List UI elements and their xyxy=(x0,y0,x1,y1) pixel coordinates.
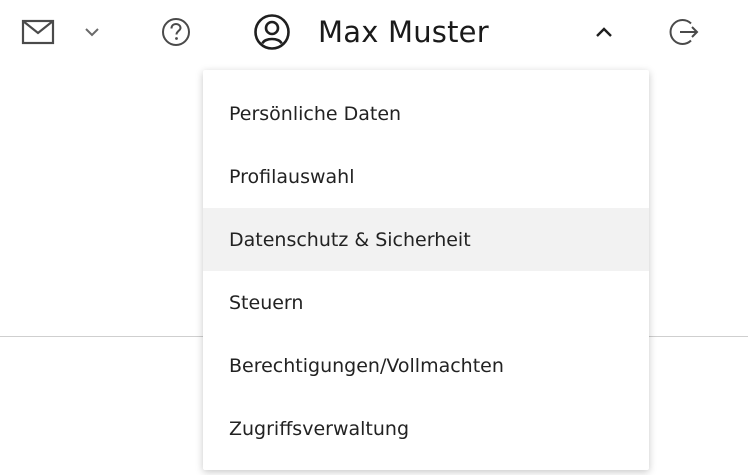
menu-item-personal-data[interactable]: Persönliche Daten xyxy=(203,82,649,145)
menu-item-taxes[interactable]: Steuern xyxy=(203,271,649,334)
menu-item-profile-selection[interactable]: Profilauswahl xyxy=(203,145,649,208)
menu-item-access-management[interactable]: Zugriffsverwaltung xyxy=(203,397,649,460)
mail-menu-toggle[interactable] xyxy=(80,20,104,44)
user-name: Max Muster xyxy=(318,15,489,49)
mail-icon xyxy=(21,19,55,45)
user-menu-button[interactable]: Max Muster xyxy=(252,10,489,54)
logout-icon xyxy=(669,19,699,45)
user-dropdown-menu: Persönliche Daten Profilauswahl Datensch… xyxy=(203,70,649,470)
logout-button[interactable] xyxy=(664,12,704,52)
help-circle-icon xyxy=(162,18,190,46)
menu-item-privacy-security[interactable]: Datenschutz & Sicherheit xyxy=(203,208,649,271)
user-menu-toggle[interactable] xyxy=(590,18,618,46)
menu-item-permissions[interactable]: Berechtigungen/Vollmachten xyxy=(203,334,649,397)
chevron-up-icon xyxy=(596,27,612,37)
page: Max Muster Persönliche Daten Profilauswa… xyxy=(0,0,748,475)
user-circle-icon xyxy=(252,12,292,52)
chevron-down-icon xyxy=(85,28,99,37)
mail-button[interactable] xyxy=(20,14,56,50)
help-button[interactable] xyxy=(158,14,194,50)
top-navigation-bar: Max Muster xyxy=(0,0,748,70)
